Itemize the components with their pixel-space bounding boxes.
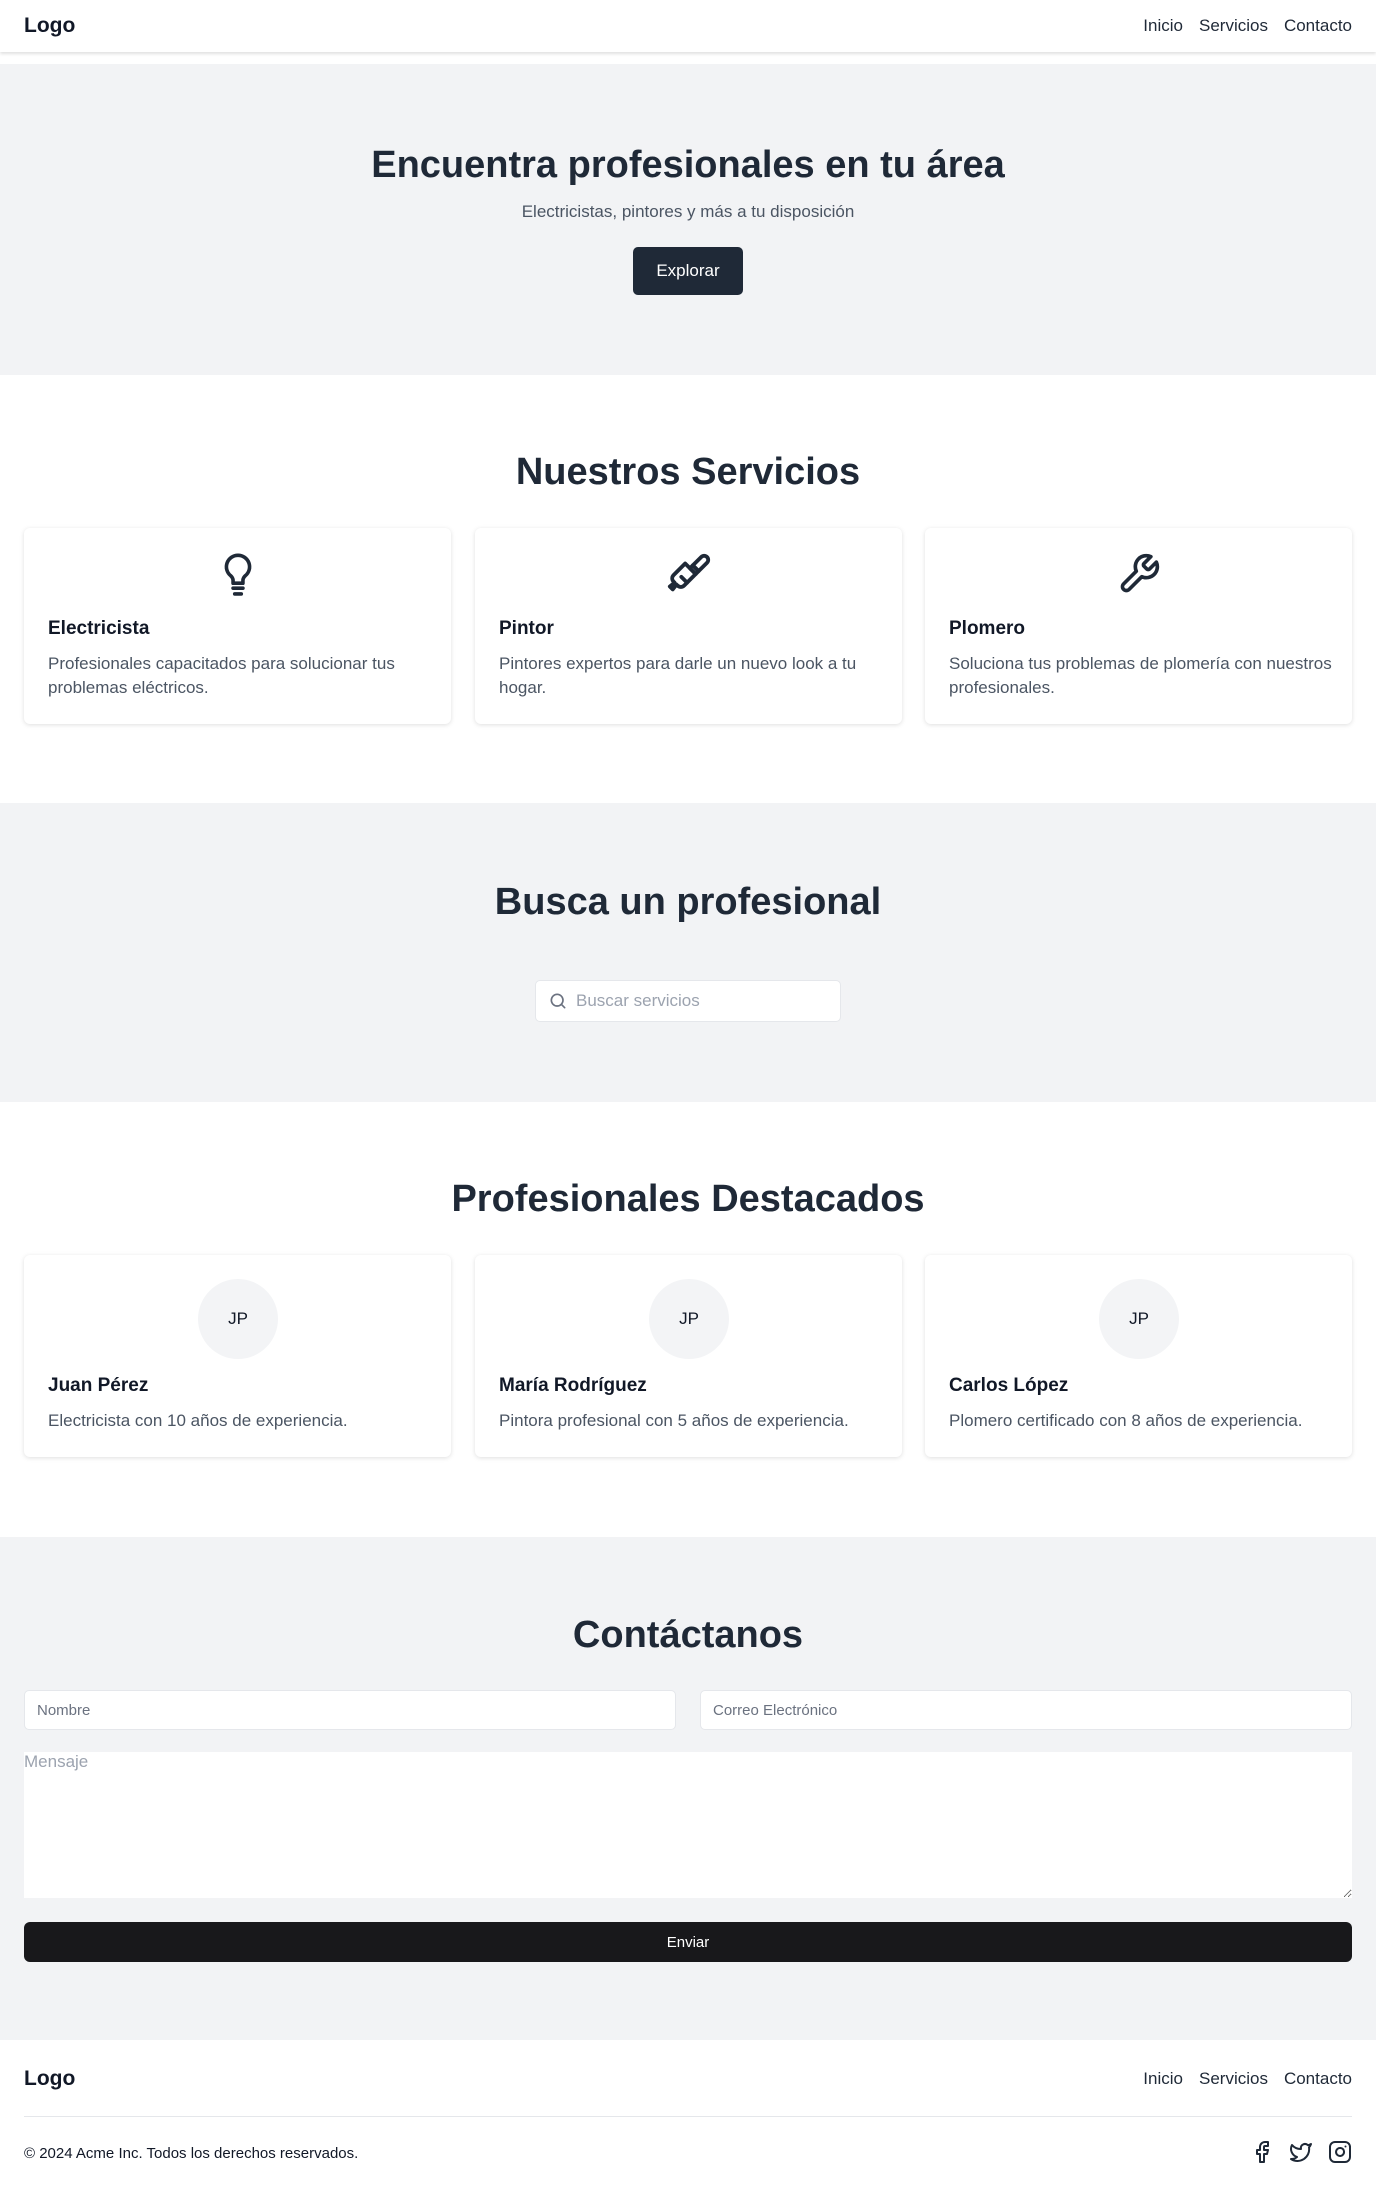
- twitter-icon[interactable]: [1288, 2140, 1314, 2164]
- message-field[interactable]: [24, 1752, 1352, 1898]
- nav-link-inicio[interactable]: Inicio: [1143, 16, 1183, 36]
- service-card-pintor[interactable]: Pintor Pintores expertos para darle un n…: [475, 528, 902, 724]
- copyright-text: © 2024 Acme Inc. Todos los derechos rese…: [24, 2145, 359, 2162]
- professional-card[interactable]: JP María Rodríguez Pintora profesional c…: [475, 1255, 902, 1457]
- social-links: [1250, 2140, 1352, 2164]
- professional-card[interactable]: JP Carlos López Plomero certificado con …: [925, 1255, 1352, 1457]
- footer-logo[interactable]: Logo: [24, 2067, 75, 2091]
- avatar: JP: [198, 1279, 278, 1359]
- service-description: Soluciona tus problemas de plomería con …: [949, 654, 1332, 697]
- avatar: JP: [649, 1279, 729, 1359]
- explore-button[interactable]: Explorar: [633, 247, 743, 295]
- professional-card[interactable]: JP Juan Pérez Electricista con 10 años d…: [24, 1255, 451, 1457]
- service-card-plomero[interactable]: Plomero Soluciona tus problemas de plome…: [925, 528, 1352, 724]
- professional-description: Pintora profesional con 5 años de experi…: [499, 1411, 849, 1430]
- facebook-icon[interactable]: [1250, 2140, 1274, 2164]
- submit-button[interactable]: Enviar: [24, 1922, 1352, 1962]
- hero-subtitle: Electricistas, pintores y más a tu dispo…: [521, 202, 855, 221]
- service-card-electricista[interactable]: Electricista Profesionales capacitados p…: [24, 528, 451, 724]
- service-title: Pintor: [499, 618, 554, 639]
- footer-link-contacto[interactable]: Contacto: [1284, 2069, 1352, 2089]
- footer-nav: Inicio Servicios Contacto: [1143, 2069, 1352, 2089]
- search-section: Busca un profesional: [0, 803, 1376, 1102]
- search-input[interactable]: [576, 991, 826, 1011]
- contact-section: Contáctanos Enviar: [0, 1537, 1376, 2040]
- professional-name: María Rodríguez: [499, 1375, 647, 1396]
- nav-link-servicios[interactable]: Servicios: [1199, 16, 1268, 36]
- services-title: Nuestros Servicios: [515, 451, 861, 493]
- search-title: Busca un profesional: [494, 881, 882, 923]
- service-description: Profesionales capacitados para soluciona…: [48, 654, 395, 697]
- email-field[interactable]: [700, 1690, 1352, 1730]
- contact-title: Contáctanos: [572, 1614, 804, 1656]
- search-icon: [548, 991, 568, 1011]
- footer-link-servicios[interactable]: Servicios: [1199, 2069, 1268, 2089]
- professional-name: Carlos López: [949, 1375, 1069, 1396]
- search-box[interactable]: [535, 980, 841, 1022]
- service-title: Plomero: [949, 618, 1026, 639]
- wrench-icon: [925, 552, 1352, 596]
- name-field[interactable]: [24, 1690, 676, 1730]
- footer-divider: [24, 2116, 1352, 2117]
- hero-section: Encuentra profesionales en tu área Elect…: [0, 64, 1376, 375]
- paintbrush-icon: [475, 552, 902, 598]
- service-title: Electricista: [48, 618, 150, 639]
- hero-title: Encuentra profesionales en tu área: [371, 144, 1005, 186]
- lightbulb-icon: [24, 552, 451, 598]
- professional-description: Electricista con 10 años de experiencia.: [48, 1411, 348, 1430]
- header-logo[interactable]: Logo: [24, 14, 75, 38]
- professional-description: Plomero certificado con 8 años de experi…: [949, 1411, 1303, 1430]
- header-nav: Inicio Servicios Contacto: [1143, 16, 1352, 36]
- service-description: Pintores expertos para darle un nuevo lo…: [499, 654, 857, 697]
- professional-name: Juan Pérez: [48, 1375, 149, 1396]
- nav-link-contacto[interactable]: Contacto: [1284, 16, 1352, 36]
- footer-link-inicio[interactable]: Inicio: [1143, 2069, 1183, 2089]
- avatar: JP: [1099, 1279, 1179, 1359]
- site-header: Logo Inicio Servicios Contacto: [0, 0, 1376, 52]
- featured-title: Profesionales Destacados: [451, 1178, 925, 1220]
- footer-top: Logo Inicio Servicios Contacto: [0, 2041, 1376, 2117]
- instagram-icon[interactable]: [1328, 2140, 1352, 2164]
